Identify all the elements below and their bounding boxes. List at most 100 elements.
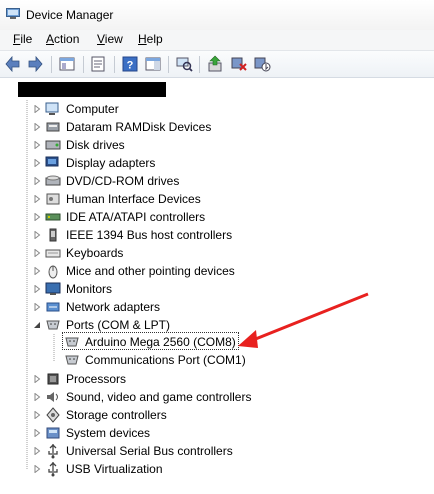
tree-category-row[interactable]: Human Interface Devices — [0, 190, 434, 208]
port-icon — [46, 320, 60, 330]
expand-triangle-icon[interactable] — [33, 123, 41, 131]
selected-item-focus — [62, 332, 239, 350]
tree-category-label: System devices — [66, 426, 151, 440]
expand-triangle-icon[interactable] — [33, 303, 41, 311]
show-hide-console-tree-icon[interactable] — [58, 55, 76, 73]
disk-drive-icon — [45, 140, 61, 150]
tree-category-row[interactable]: Sound, video and game controllers — [0, 388, 434, 406]
scan-hardware-icon[interactable] — [175, 55, 193, 73]
toolbar: ? — [0, 51, 434, 78]
tree-category-label: Human Interface Devices — [66, 192, 201, 206]
toolbar-separator — [83, 56, 84, 73]
toolbar-separator — [51, 56, 52, 73]
expand-triangle-icon[interactable] — [33, 177, 41, 185]
tree-category-label: Monitors — [66, 282, 113, 296]
tree-category-label: Processors — [66, 372, 127, 386]
usb-controller-icon — [48, 444, 58, 459]
back-icon[interactable] — [4, 55, 22, 73]
menu-action[interactable]: Action — [45, 32, 80, 46]
tree-category-label: Mice and other pointing devices — [66, 264, 235, 278]
tree-category-label: DVD/CD-ROM drives — [66, 174, 180, 188]
expand-triangle-icon[interactable] — [33, 447, 41, 455]
properties-icon[interactable] — [89, 55, 107, 73]
tree-category-row[interactable]: Universal Serial Bus controllers — [0, 442, 434, 460]
network-adapter-icon — [46, 302, 60, 312]
tree-category-row[interactable]: IDE ATA/ATAPI controllers — [0, 208, 434, 226]
expand-triangle-icon[interactable] — [33, 141, 41, 149]
expand-triangle-icon[interactable] — [33, 267, 41, 275]
mouse-icon — [48, 265, 58, 279]
help-icon[interactable]: ? — [121, 55, 139, 73]
menu-file[interactable]: File — [12, 32, 33, 46]
tree-category-row[interactable]: Mice and other pointing devices — [0, 262, 434, 280]
port-icon — [65, 355, 79, 365]
tree-category-row[interactable]: USB Virtualization — [0, 460, 434, 478]
expand-triangle-icon[interactable] — [33, 195, 41, 203]
tree-category-label: Sound, video and game controllers — [66, 390, 252, 404]
tree-category-row[interactable]: System devices — [0, 424, 434, 442]
monitor-icon — [45, 282, 61, 295]
storage-controller-icon — [46, 407, 60, 423]
expand-triangle-icon[interactable] — [33, 429, 41, 437]
tree-category-row[interactable]: Disk drives — [0, 136, 434, 154]
uninstall-icon[interactable] — [230, 55, 248, 73]
tree-category-row[interactable]: Keyboards — [0, 244, 434, 262]
toolbar-separator — [199, 56, 200, 73]
tree-category-label: Storage controllers — [66, 408, 167, 422]
expand-triangle-icon[interactable] — [33, 411, 41, 419]
tree-category-row[interactable]: Dataram RAMDisk Devices — [0, 118, 434, 136]
forward-icon[interactable] — [26, 55, 44, 73]
expand-triangle-icon[interactable] — [33, 159, 41, 167]
expand-triangle-icon[interactable] — [33, 249, 41, 257]
collapse-triangle-icon[interactable] — [33, 321, 41, 329]
tree-category-label: IEEE 1394 Bus host controllers — [66, 228, 233, 242]
tree-category-label: Dataram RAMDisk Devices — [66, 120, 212, 134]
expand-triangle-icon[interactable] — [33, 465, 41, 473]
toolbar-separator — [114, 56, 115, 73]
expand-triangle-icon[interactable] — [33, 285, 41, 293]
expand-triangle-icon[interactable] — [33, 231, 41, 239]
dvd-drive-icon — [45, 175, 61, 186]
ide-controller-icon — [45, 213, 61, 221]
tree-category-row[interactable]: Display adapters — [0, 154, 434, 172]
tree-category-label: USB Virtualization — [66, 462, 163, 476]
ieee1394-icon — [49, 228, 57, 242]
tree-category-label: IDE ATA/ATAPI controllers — [66, 210, 206, 224]
computer-icon — [45, 102, 59, 115]
redacted-computer-name — [18, 82, 166, 97]
usb-virtualization-icon — [48, 462, 58, 477]
menu-view[interactable]: View — [96, 32, 124, 46]
keyboard-icon — [45, 249, 61, 258]
system-devices-icon — [46, 427, 60, 439]
tree-category-label: Disk drives — [66, 138, 125, 152]
tree-category-label: Network adapters — [66, 300, 161, 314]
update-driver-icon[interactable] — [206, 55, 224, 73]
menu-help[interactable]: Help — [137, 32, 164, 46]
tree-category-label: Universal Serial Bus controllers — [66, 444, 233, 458]
ramdisk-icon — [46, 122, 60, 132]
svg-text:?: ? — [127, 60, 134, 72]
action-pane-icon[interactable] — [144, 55, 162, 73]
tree-category-row[interactable]: Computer — [0, 100, 434, 118]
processor-icon — [47, 373, 59, 385]
title-bar: Device Manager — [0, 0, 434, 30]
toolbar-separator — [168, 56, 169, 73]
expand-triangle-icon[interactable] — [33, 105, 41, 113]
expand-triangle-icon[interactable] — [33, 393, 41, 401]
hid-icon — [46, 193, 60, 205]
annotation-arrow-icon — [238, 292, 369, 348]
tree-category-row[interactable]: DVD/CD-ROM drives — [0, 172, 434, 190]
tree-category-row[interactable]: Storage controllers — [0, 406, 434, 424]
menu-bar: File Action View Help — [0, 30, 434, 51]
tree-category-row[interactable]: IEEE 1394 Bus host controllers — [0, 226, 434, 244]
expand-triangle-icon[interactable] — [33, 213, 41, 221]
disable-device-icon[interactable] — [253, 55, 271, 73]
tree-category-label: Computer — [66, 102, 119, 116]
tree-category-label: Display adapters — [66, 156, 156, 170]
tree-category-row[interactable]: Processors — [0, 370, 434, 388]
window-title: Device Manager — [26, 8, 114, 22]
device-manager-icon — [6, 8, 20, 19]
tree-category-label: Ports (COM & LPT) — [66, 318, 171, 332]
tree-category-label: Keyboards — [66, 246, 124, 260]
expand-triangle-icon[interactable] — [33, 375, 41, 383]
